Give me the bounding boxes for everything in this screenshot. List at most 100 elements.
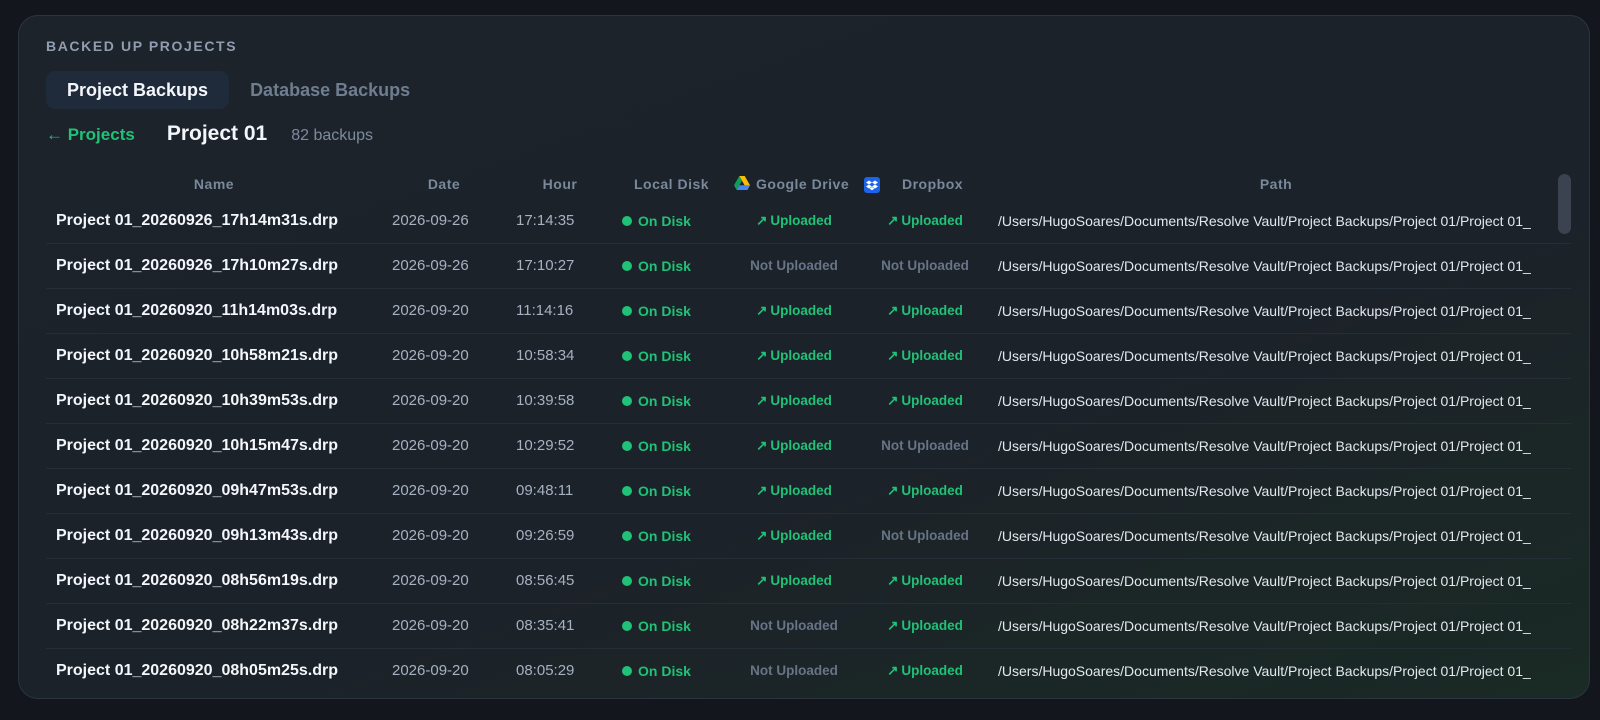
- table-body: Project 01_20260926_17h14m31s.drp 2026-09…: [46, 199, 1571, 693]
- arrow-up-right-icon: ↗: [887, 663, 899, 678]
- backup-date: 2026-09-26: [392, 212, 469, 229]
- backup-file-name: Project 01_20260920_08h22m37s.drp: [56, 617, 338, 634]
- google-drive-status: ↗ Uploaded: [736, 559, 852, 603]
- local-disk-status-label: On Disk: [638, 393, 691, 409]
- dropbox-status-label: Not Uploaded: [881, 258, 969, 273]
- dropbox-status-label: Uploaded: [901, 663, 963, 678]
- section-title: BACKED UP PROJECTS: [46, 38, 238, 54]
- dropbox-status: ↗ Uploaded: [866, 604, 984, 648]
- google-drive-status: Not Uploaded: [736, 649, 852, 693]
- arrow-up-right-icon: ↗: [756, 393, 768, 408]
- local-disk-status-label: On Disk: [638, 258, 691, 274]
- dropbox-status: ↗ Uploaded: [866, 289, 984, 333]
- table-row[interactable]: Project 01_20260926_17h14m31s.drp 2026-09…: [46, 199, 1571, 244]
- table-row[interactable]: Project 01_20260920_10h39m53s.drp 2026-09…: [46, 379, 1571, 424]
- backup-file-name: Project 01_20260920_09h13m43s.drp: [56, 527, 338, 544]
- status-dot-icon: [622, 261, 632, 272]
- backup-hour: 10:29:52: [516, 437, 575, 454]
- local-disk-status-label: On Disk: [638, 438, 691, 454]
- table-row[interactable]: Project 01_20260920_08h56m19s.drp 2026-09…: [46, 559, 1571, 604]
- local-disk-status: On Disk: [622, 199, 732, 243]
- backup-date: 2026-09-20: [392, 392, 469, 409]
- backup-hour: 17:10:27: [516, 257, 575, 274]
- google-drive-status: ↗ Uploaded: [736, 334, 852, 378]
- backup-path: /Users/HugoSoares/Documents/Resolve Vaul…: [998, 663, 1531, 679]
- backup-path: /Users/HugoSoares/Documents/Resolve Vaul…: [998, 258, 1531, 274]
- google-drive-status-label: Uploaded: [770, 573, 832, 588]
- local-disk-status-label: On Disk: [638, 483, 691, 499]
- backup-file-name: Project 01_20260920_08h05m25s.drp: [56, 662, 338, 679]
- backup-date: 2026-09-20: [392, 572, 469, 589]
- vertical-scrollbar[interactable]: [1557, 168, 1571, 698]
- local-disk-status: On Disk: [622, 289, 732, 333]
- dropbox-status: Not Uploaded: [866, 424, 984, 468]
- dropbox-status-label: Not Uploaded: [881, 528, 969, 543]
- table-row[interactable]: Project 01_20260920_10h58m21s.drp 2026-09…: [46, 334, 1571, 379]
- tab-database-backups[interactable]: Database Backups: [229, 71, 431, 109]
- backup-hour: 17:14:35: [516, 212, 575, 229]
- local-disk-status-label: On Disk: [638, 213, 691, 229]
- google-drive-status: Not Uploaded: [736, 244, 852, 288]
- backup-date: 2026-09-20: [392, 437, 469, 454]
- local-disk-status: On Disk: [622, 379, 732, 423]
- dropbox-icon: [864, 177, 880, 194]
- table-row[interactable]: Project 01_20260920_08h22m37s.drp 2026-09…: [46, 604, 1571, 649]
- column-header-google-drive[interactable]: Google Drive: [734, 168, 874, 200]
- google-drive-status-label: Not Uploaded: [750, 618, 838, 633]
- table-row[interactable]: Project 01_20260926_17h10m27s.drp 2026-09…: [46, 244, 1571, 289]
- dropbox-status: Not Uploaded: [866, 514, 984, 558]
- table-row[interactable]: Project 01_20260920_09h47m53s.drp 2026-09…: [46, 469, 1571, 514]
- backups-panel: BACKED UP PROJECTS Project Backups Datab…: [18, 15, 1590, 699]
- arrow-up-right-icon: ↗: [756, 438, 768, 453]
- local-disk-status-label: On Disk: [638, 618, 691, 634]
- status-dot-icon: [622, 486, 632, 497]
- column-header-date[interactable]: Date: [392, 168, 496, 200]
- backup-date: 2026-09-20: [392, 302, 469, 319]
- google-drive-status: ↗ Uploaded: [736, 289, 852, 333]
- dropbox-status-label: Uploaded: [901, 213, 963, 228]
- backup-hour: 09:48:11: [516, 482, 574, 499]
- arrow-up-right-icon: ↗: [756, 348, 768, 363]
- column-header-local-disk[interactable]: Local Disk: [634, 168, 734, 200]
- local-disk-status: On Disk: [622, 469, 732, 513]
- arrow-up-right-icon: ↗: [756, 528, 768, 543]
- status-dot-icon: [622, 396, 632, 407]
- backup-hour: 08:56:45: [516, 572, 575, 589]
- status-dot-icon: [622, 621, 632, 632]
- backup-path: /Users/HugoSoares/Documents/Resolve Vaul…: [998, 483, 1531, 499]
- dropbox-status-label: Uploaded: [901, 348, 963, 363]
- column-header-dropbox[interactable]: Dropbox: [864, 168, 994, 200]
- local-disk-status: On Disk: [622, 649, 732, 693]
- backup-path: /Users/HugoSoares/Documents/Resolve Vaul…: [998, 528, 1531, 544]
- backup-path: /Users/HugoSoares/Documents/Resolve Vaul…: [998, 213, 1531, 229]
- table-row[interactable]: Project 01_20260920_10h15m47s.drp 2026-09…: [46, 424, 1571, 469]
- backup-file-name: Project 01_20260920_08h56m19s.drp: [56, 572, 338, 589]
- dropbox-status-label: Uploaded: [901, 573, 963, 588]
- arrow-up-right-icon: ↗: [887, 303, 899, 318]
- column-header-name[interactable]: Name: [56, 168, 372, 200]
- backup-count: 82 backups: [291, 127, 374, 144]
- backup-path: /Users/HugoSoares/Documents/Resolve Vaul…: [998, 618, 1531, 634]
- table-row[interactable]: Project 01_20260920_11h14m03s.drp 2026-09…: [46, 289, 1571, 334]
- table-row[interactable]: Project 01_20260920_08h05m25s.drp 2026-09…: [46, 649, 1571, 693]
- arrow-up-right-icon: ↗: [887, 213, 899, 228]
- tab-project-backups[interactable]: Project Backups: [46, 71, 230, 109]
- backup-date: 2026-09-20: [392, 662, 469, 679]
- status-dot-icon: [622, 216, 632, 227]
- status-dot-icon: [622, 666, 632, 677]
- back-to-projects-link[interactable]: ← Projects: [46, 125, 135, 145]
- backup-file-name: Project 01_20260920_10h39m53s.drp: [56, 392, 338, 409]
- table-row[interactable]: Project 01_20260920_09h13m43s.drp 2026-09…: [46, 514, 1571, 559]
- local-disk-status-label: On Disk: [638, 528, 691, 544]
- arrow-up-right-icon: ↗: [887, 618, 899, 633]
- scrollbar-thumb[interactable]: [1558, 174, 1571, 234]
- backup-path: /Users/HugoSoares/Documents/Resolve Vaul…: [998, 393, 1531, 409]
- backups-table: Name Date Hour Local Disk Google Drive D…: [46, 168, 1571, 698]
- column-header-hour[interactable]: Hour: [522, 168, 598, 200]
- status-dot-icon: [622, 351, 632, 362]
- backup-file-name: Project 01_20260920_11h14m03s.drp: [56, 302, 338, 319]
- arrow-up-right-icon: ↗: [887, 393, 899, 408]
- local-disk-status-label: On Disk: [638, 303, 691, 319]
- google-drive-status: ↗ Uploaded: [736, 514, 852, 558]
- column-header-path[interactable]: Path: [998, 168, 1554, 200]
